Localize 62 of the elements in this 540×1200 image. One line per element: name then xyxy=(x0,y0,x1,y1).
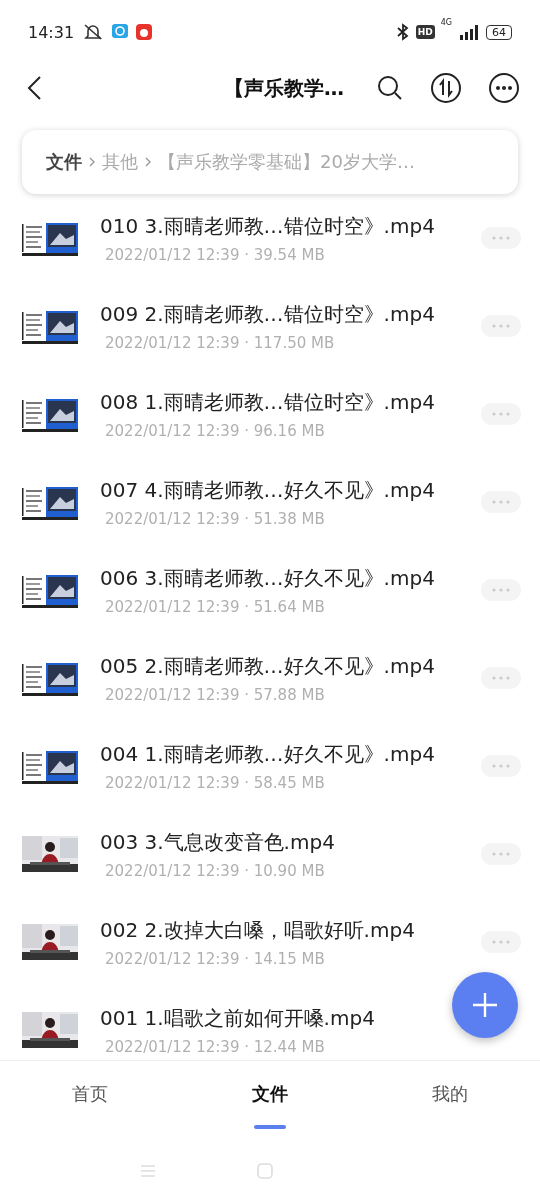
plus-icon xyxy=(472,992,498,1018)
file-more-button[interactable] xyxy=(481,843,521,865)
file-name: 006 3.雨晴老师教…好久不见》.mp4 xyxy=(100,564,435,592)
file-meta: 2022/01/12 12:39 · 51.64 MB xyxy=(105,597,325,616)
dots-icon xyxy=(491,940,511,944)
muted-bell-icon xyxy=(82,23,105,41)
chevron-icon xyxy=(144,156,152,168)
file-meta: 2022/01/12 12:39 · 57.88 MB xyxy=(105,685,325,704)
dots-icon xyxy=(491,764,511,768)
file-name: 008 1.雨晴老师教…错位时空》.mp4 xyxy=(100,388,435,416)
dots-icon xyxy=(491,412,511,416)
file-more-button[interactable] xyxy=(481,667,521,689)
breadcrumb-item[interactable]: 文件 xyxy=(46,150,82,174)
app-notification-icon xyxy=(112,24,129,40)
file-more-button[interactable] xyxy=(481,491,521,513)
file-meta: 2022/01/12 12:39 · 14.15 MB xyxy=(105,949,325,968)
hd-badge: HD xyxy=(415,25,435,39)
file-more-button[interactable] xyxy=(481,931,521,953)
page-title: 【声乐教学… xyxy=(224,74,344,102)
file-name: 010 3.雨晴老师教…错位时空》.mp4 xyxy=(100,212,435,240)
file-name: 005 2.雨晴老师教…好久不见》.mp4 xyxy=(100,652,435,680)
search-button[interactable] xyxy=(376,74,404,102)
more-button[interactable] xyxy=(488,72,520,104)
menu-icon[interactable] xyxy=(140,1163,156,1178)
network-type: 4G xyxy=(440,19,452,27)
file-meta: 2022/01/12 12:39 · 117.50 MB xyxy=(105,333,335,352)
chevron-icon xyxy=(88,156,96,168)
add-button[interactable] xyxy=(452,972,518,1038)
sort-button[interactable] xyxy=(430,72,462,104)
battery-level: 64 xyxy=(486,24,512,40)
file-more-button[interactable] xyxy=(481,315,521,337)
file-more-button[interactable] xyxy=(481,403,521,425)
dots-icon xyxy=(491,588,511,592)
dots-icon xyxy=(491,324,511,328)
file-more-button[interactable] xyxy=(481,227,521,249)
clock-time: 14:31 xyxy=(28,22,75,42)
dots-icon xyxy=(491,676,511,680)
file-name: 001 1.唱歌之前如何开嗓.mp4 xyxy=(100,1004,375,1032)
app-notification-icon xyxy=(136,24,153,40)
nav-tab[interactable]: 文件 xyxy=(180,1061,360,1141)
file-meta: 2022/01/12 12:39 · 10.90 MB xyxy=(105,861,325,880)
nav-tab[interactable]: 首页 xyxy=(0,1061,180,1141)
file-meta: 2022/01/12 12:39 · 12.44 MB xyxy=(105,1037,325,1056)
file-more-button[interactable] xyxy=(481,755,521,777)
signal-icon xyxy=(458,24,480,40)
home-icon[interactable] xyxy=(256,1161,274,1180)
file-name: 007 4.雨晴老师教…好久不见》.mp4 xyxy=(100,476,435,504)
dots-icon xyxy=(491,852,511,856)
file-more-button[interactable] xyxy=(481,579,521,601)
file-meta: 2022/01/12 12:39 · 58.45 MB xyxy=(105,773,325,792)
bluetooth-icon xyxy=(395,23,410,41)
tab-indicator xyxy=(254,1125,286,1129)
dots-icon xyxy=(491,500,511,504)
file-name: 004 1.雨晴老师教…好久不见》.mp4 xyxy=(100,740,435,768)
file-name: 009 2.雨晴老师教…错位时空》.mp4 xyxy=(100,300,435,328)
file-name: 002 2.改掉大白嗓，唱歌好听.mp4 xyxy=(100,916,415,944)
file-meta: 2022/01/12 12:39 · 39.54 MB xyxy=(105,245,325,264)
file-meta: 2022/01/12 12:39 · 51.38 MB xyxy=(105,509,325,528)
file-name: 003 3.气息改变音色.mp4 xyxy=(100,828,335,856)
dots-icon xyxy=(491,236,511,240)
file-meta: 2022/01/12 12:39 · 96.16 MB xyxy=(105,421,325,440)
nav-tab[interactable]: 我的 xyxy=(360,1061,540,1141)
